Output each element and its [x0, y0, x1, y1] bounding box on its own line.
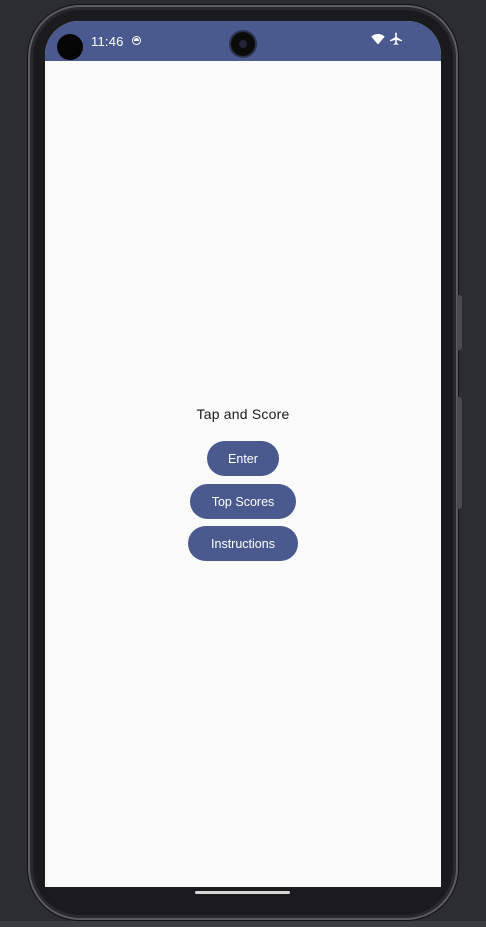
status-bar: 11:46: [45, 21, 441, 61]
emulator-bottom-edge: [0, 921, 486, 927]
airplane-mode-icon: [390, 32, 402, 45]
emulator-stage: 11:46 Tap and Score Enter Top Scores Ins…: [0, 0, 486, 927]
power-button[interactable]: [457, 295, 462, 350]
wifi-icon: [371, 34, 385, 45]
volume-button[interactable]: [457, 397, 462, 509]
home-gesture-bar[interactable]: [195, 891, 290, 894]
status-time: 11:46: [91, 34, 124, 49]
app-title: Tap and Score: [196, 406, 290, 422]
phone-frame: 11:46 Tap and Score Enter Top Scores Ins…: [28, 5, 462, 920]
enter-button[interactable]: Enter: [207, 441, 279, 476]
instructions-button[interactable]: Instructions: [188, 526, 298, 561]
main-content: Tap and Score Enter Top Scores Instructi…: [45, 61, 441, 887]
top-scores-button[interactable]: Top Scores: [190, 484, 296, 519]
front-camera-cutout: [57, 34, 83, 60]
phone-screen: 11:46 Tap and Score Enter Top Scores Ins…: [45, 21, 441, 887]
app-notification-icon: [132, 36, 141, 45]
camera-punch-hole: [231, 32, 255, 56]
